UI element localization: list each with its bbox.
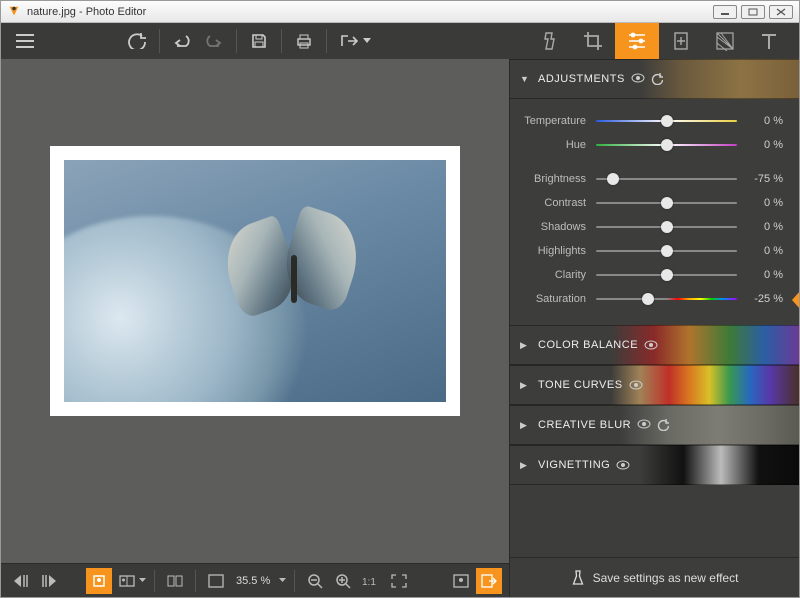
expand-icon: ▶	[520, 460, 530, 471]
adjust-panel: ▼ ADJUSTMENTS Temperature 0 % Hue 0 %	[509, 59, 799, 597]
bottom-toolbar: 35.5 % 1:1	[1, 563, 509, 597]
apply-in-button[interactable]	[448, 568, 474, 594]
top-toolbar	[1, 23, 799, 59]
export-button[interactable]	[335, 27, 363, 55]
section-label: VIGNETTING	[538, 459, 610, 471]
zoom-out-button[interactable]	[302, 568, 328, 594]
close-button[interactable]	[769, 5, 793, 19]
image-preview	[50, 146, 460, 416]
undo-all-button[interactable]	[123, 27, 151, 55]
slider-contrast[interactable]: Contrast 0 %	[510, 191, 785, 215]
section-label: TONE CURVES	[538, 379, 623, 391]
reset-icon[interactable]	[657, 419, 669, 431]
view-split-button[interactable]	[162, 568, 188, 594]
section-adjustments[interactable]: ▼ ADJUSTMENTS	[510, 59, 799, 99]
view-single-button[interactable]	[86, 568, 112, 594]
adjustments-body: Temperature 0 % Hue 0 % Brightness -75 %…	[510, 99, 799, 325]
slider-brightness[interactable]: Brightness -75 %	[510, 167, 785, 191]
redo-button[interactable]	[200, 27, 228, 55]
apply-out-button[interactable]	[476, 568, 502, 594]
expand-icon: ▶	[520, 420, 530, 431]
tab-crop[interactable]	[571, 23, 615, 59]
collapse-icon: ▼	[520, 74, 530, 84]
eye-icon[interactable]	[631, 73, 645, 85]
slider-clarity[interactable]: Clarity 0 %	[510, 263, 785, 287]
zoom-in-button[interactable]	[330, 568, 356, 594]
section-label: CREATIVE BLUR	[538, 419, 631, 431]
prev-image-button[interactable]	[8, 568, 34, 594]
window-title: nature.jpg - Photo Editor	[27, 6, 146, 18]
undo-button[interactable]	[168, 27, 196, 55]
tab-text[interactable]	[747, 23, 791, 59]
section-creative-blur[interactable]: ▶ CREATIVE BLUR	[510, 405, 799, 445]
expand-icon: ▶	[520, 380, 530, 391]
slider-temperature[interactable]: Temperature 0 %	[510, 109, 785, 133]
flask-icon	[571, 570, 585, 586]
svg-text:1:1: 1:1	[362, 577, 376, 588]
print-button[interactable]	[290, 27, 318, 55]
menu-button[interactable]	[11, 27, 39, 55]
minimize-button[interactable]	[713, 5, 737, 19]
section-tone-curves[interactable]: ▶ TONE CURVES	[510, 365, 799, 405]
section-vignetting[interactable]: ▶ VIGNETTING	[510, 445, 799, 485]
section-color-balance[interactable]: ▶ COLOR BALANCE	[510, 325, 799, 365]
save-effect-label: Save settings as new effect	[593, 571, 739, 585]
reset-icon[interactable]	[651, 73, 663, 85]
tab-texture[interactable]	[703, 23, 747, 59]
eye-icon[interactable]	[616, 460, 630, 470]
zoom-dropdown-icon[interactable]	[277, 568, 287, 594]
titlebar: nature.jpg - Photo Editor	[1, 1, 799, 23]
save-as-effect-button[interactable]: Save settings as new effect	[510, 557, 799, 597]
expand-icon: ▶	[520, 340, 530, 351]
slider-highlights[interactable]: Highlights 0 %	[510, 239, 785, 263]
eye-icon[interactable]	[637, 419, 651, 431]
zoom-actual-button[interactable]: 1:1	[358, 568, 384, 594]
section-label: COLOR BALANCE	[538, 339, 638, 351]
zoom-value[interactable]: 35.5 %	[230, 575, 276, 587]
section-label: ADJUSTMENTS	[538, 73, 625, 85]
slider-shadows[interactable]: Shadows 0 %	[510, 215, 785, 239]
next-image-button[interactable]	[36, 568, 62, 594]
canvas[interactable]	[1, 59, 509, 563]
tab-effects[interactable]	[527, 23, 571, 59]
eye-icon[interactable]	[629, 380, 643, 390]
tab-adjust[interactable]	[615, 23, 659, 59]
maximize-button[interactable]	[741, 5, 765, 19]
tab-presets[interactable]	[659, 23, 703, 59]
fit-screen-button[interactable]	[203, 568, 229, 594]
slider-hue[interactable]: Hue 0 %	[510, 133, 785, 157]
save-button[interactable]	[245, 27, 273, 55]
eye-icon[interactable]	[644, 340, 658, 350]
zoom-fit-button[interactable]	[386, 568, 412, 594]
app-icon	[7, 5, 21, 19]
slider-saturation[interactable]: Saturation -25 %	[510, 287, 785, 311]
view-compare-dropdown-icon[interactable]	[137, 568, 147, 594]
export-dropdown-icon[interactable]	[361, 27, 373, 55]
